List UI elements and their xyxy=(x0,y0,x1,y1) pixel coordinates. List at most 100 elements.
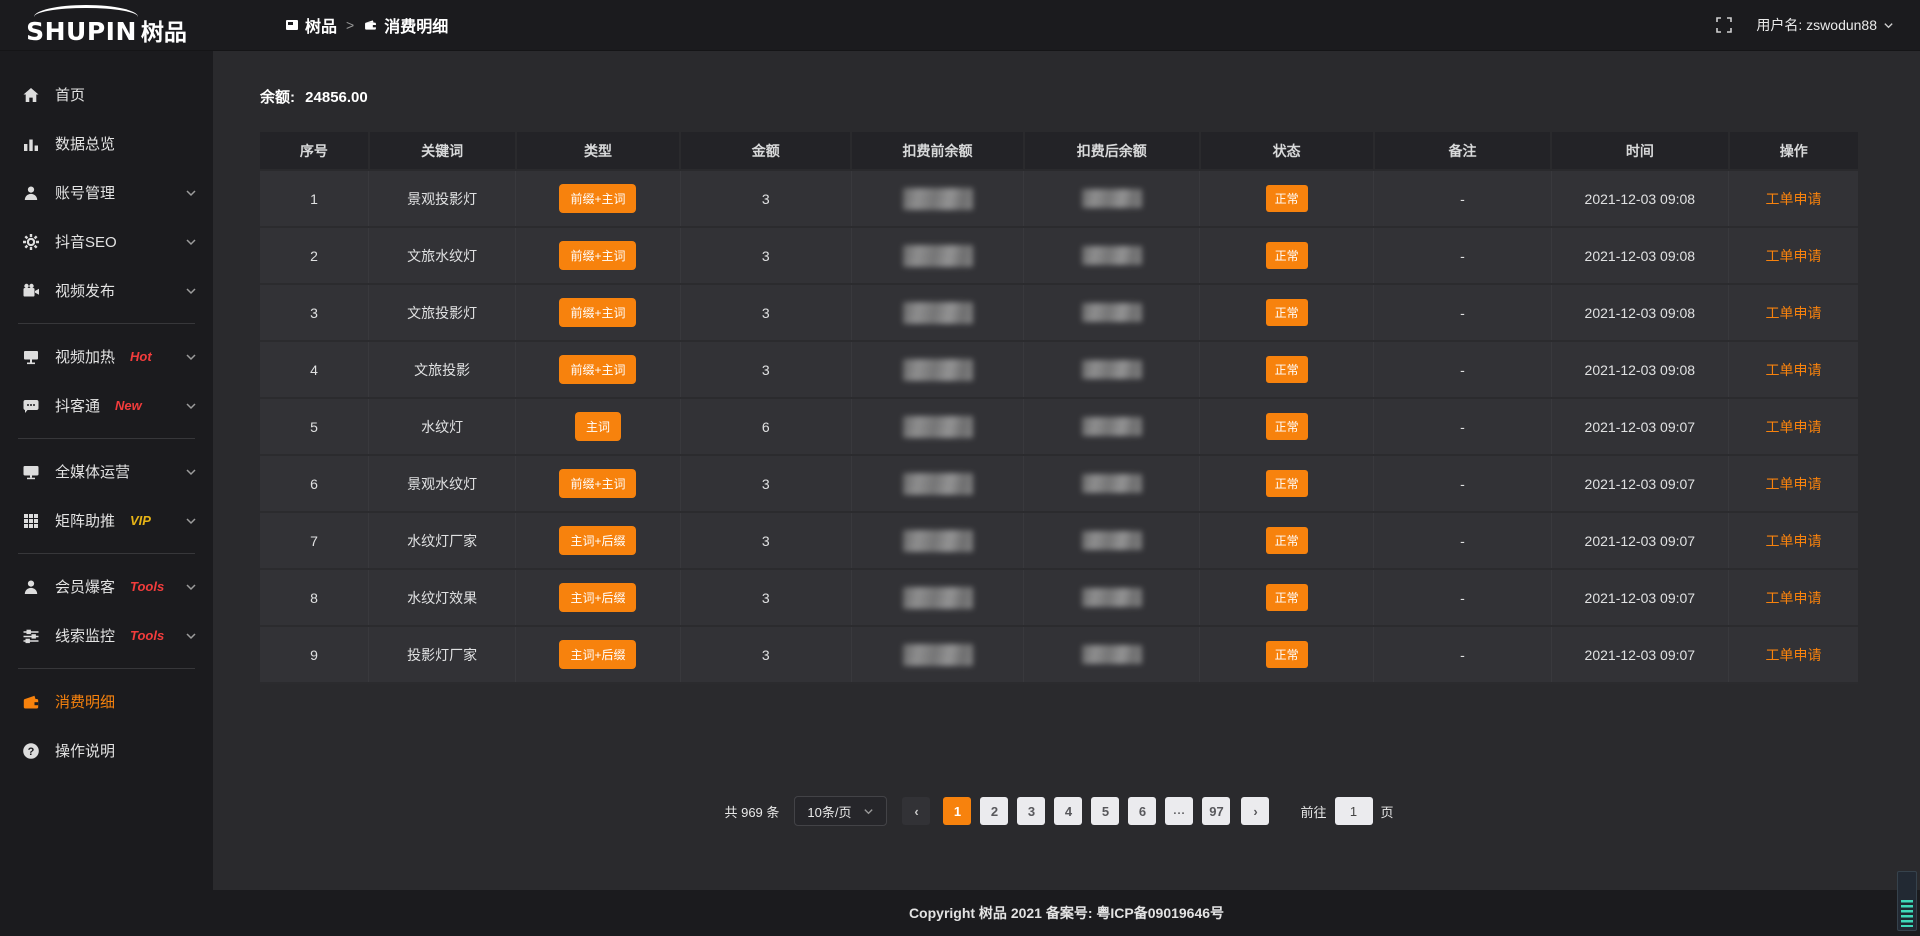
sidebar-item-video-heating[interactable]: 视频加热 Hot xyxy=(0,332,213,381)
cell-keyword: 投影灯厂家 xyxy=(369,626,516,683)
sidebar-item-home[interactable]: 首页 xyxy=(0,70,213,119)
logo-area: SHUPIN 树品 xyxy=(0,4,213,47)
sliders-icon xyxy=(22,627,41,645)
sidebar-item-label: 会员爆客 xyxy=(55,576,115,597)
chevron-down-icon xyxy=(185,236,197,248)
status-badge: 正常 xyxy=(1266,584,1308,611)
sidebar-item-data-overview[interactable]: 数据总览 xyxy=(0,119,213,168)
breadcrumb-current[interactable]: 消费明细 xyxy=(363,13,448,37)
cell-balance-after xyxy=(1024,455,1200,512)
cell-status: 正常 xyxy=(1200,227,1374,284)
type-badge: 主词+后缀 xyxy=(559,526,636,555)
page-button-1[interactable]: 1 xyxy=(943,797,971,825)
fullscreen-icon[interactable] xyxy=(1716,17,1732,33)
masked-balance-after xyxy=(1082,645,1142,664)
masked-balance-before xyxy=(903,245,973,267)
breadcrumb-root[interactable]: 树品 xyxy=(285,13,337,37)
cell-seq: 5 xyxy=(260,398,369,455)
chat-icon xyxy=(22,397,41,415)
page-ellipsis-button[interactable]: ... xyxy=(1165,797,1193,825)
sidebar-item-label: 数据总览 xyxy=(55,133,115,154)
ticket-apply-link[interactable]: 工单申请 xyxy=(1766,191,1822,207)
cell-balance-after xyxy=(1024,626,1200,683)
chevron-down-icon xyxy=(185,351,197,363)
app-logo[interactable]: SHUPIN 树品 xyxy=(26,4,187,47)
ticket-apply-link[interactable]: 工单申请 xyxy=(1766,533,1822,549)
goto-label: 前往 xyxy=(1300,802,1326,821)
ticket-apply-link[interactable]: 工单申请 xyxy=(1766,476,1822,492)
chevron-down-icon xyxy=(185,400,197,412)
next-page-button[interactable]: › xyxy=(1241,797,1269,825)
ticket-apply-link[interactable]: 工单申请 xyxy=(1766,590,1822,606)
cell-balance-before xyxy=(851,227,1024,284)
column-header: 时间 xyxy=(1551,132,1728,170)
goto-page-input[interactable] xyxy=(1335,797,1373,825)
sidebar-item-video-publish[interactable]: 视频发布 xyxy=(0,266,213,315)
ticket-apply-link[interactable]: 工单申请 xyxy=(1766,419,1822,435)
sidebar-item-badge: Hot xyxy=(130,349,152,364)
sidebar-item-matrix-boost[interactable]: 矩阵助推VIP xyxy=(0,496,213,545)
stats-widget-bars xyxy=(1901,900,1913,927)
masked-balance-before xyxy=(903,188,973,210)
chevron-down-icon xyxy=(185,187,197,199)
page-size-select[interactable]: 10条/页 xyxy=(794,796,887,826)
sidebar-item-label: 线索监控 xyxy=(55,625,115,646)
cell-amount: 3 xyxy=(680,170,851,227)
cell-balance-before xyxy=(851,455,1024,512)
sidebar-item-account-management[interactable]: 账号管理 xyxy=(0,168,213,217)
cell-type: 主词+后缀 xyxy=(516,569,681,626)
sidebar-item-badge: New xyxy=(115,398,142,413)
cell-amount: 3 xyxy=(680,284,851,341)
sidebar-item-omni-media[interactable]: 全媒体运营 xyxy=(0,447,213,496)
cell-amount: 3 xyxy=(680,227,851,284)
page-button-5[interactable]: 5 xyxy=(1091,797,1119,825)
screen-icon xyxy=(285,18,299,32)
page-button-3[interactable]: 3 xyxy=(1017,797,1045,825)
cell-status: 正常 xyxy=(1200,512,1374,569)
footer: Copyright 树品 2021 备案号: 粤ICP备09019646号 xyxy=(213,890,1920,936)
masked-balance-after xyxy=(1082,474,1142,493)
page-button-4[interactable]: 4 xyxy=(1054,797,1082,825)
cell-action: 工单申请 xyxy=(1729,398,1858,455)
sidebar-item-label: 视频加热 xyxy=(55,346,115,367)
cell-time: 2021-12-03 09:08 xyxy=(1551,170,1728,227)
balance: 余额: 24856.00 xyxy=(260,86,1858,107)
monitor-icon xyxy=(22,463,41,481)
sidebar-item-douyin-seo[interactable]: 抖音SEO xyxy=(0,217,213,266)
cell-time: 2021-12-03 09:07 xyxy=(1551,626,1728,683)
sidebar-item-douketong[interactable]: 抖客通 New xyxy=(0,381,213,430)
sidebar-item-label: 账号管理 xyxy=(55,182,115,203)
type-badge: 前缀+主词 xyxy=(559,241,636,270)
chevron-down-icon xyxy=(185,581,197,593)
page-button-97[interactable]: 97 xyxy=(1202,797,1230,825)
page-button-6[interactable]: 6 xyxy=(1128,797,1156,825)
cell-type: 主词+后缀 xyxy=(516,512,681,569)
sidebar-item-label: 抖客通 xyxy=(55,395,100,416)
ticket-apply-link[interactable]: 工单申请 xyxy=(1766,647,1822,663)
username-text: 用户名: zswodun88 xyxy=(1756,15,1877,35)
sidebar-item-consumption-detail[interactable]: 消费明细 xyxy=(0,677,213,726)
cell-amount: 3 xyxy=(680,512,851,569)
ticket-apply-link[interactable]: 工单申请 xyxy=(1766,362,1822,378)
sidebar-item-member-baoke[interactable]: 会员爆客Tools xyxy=(0,562,213,611)
prev-page-button[interactable]: ‹ xyxy=(902,797,930,825)
type-badge: 主词+后缀 xyxy=(559,640,636,669)
table-row: 5水纹灯主词6正常-2021-12-03 09:07工单申请 xyxy=(260,398,1858,455)
ticket-apply-link[interactable]: 工单申请 xyxy=(1766,305,1822,321)
ticket-apply-link[interactable]: 工单申请 xyxy=(1766,248,1822,264)
cell-balance-after xyxy=(1024,398,1200,455)
chevron-down-icon xyxy=(185,285,197,297)
sidebar-item-lead-monitor[interactable]: 线索监控Tools xyxy=(0,611,213,660)
bar-chart-icon xyxy=(22,135,41,153)
cell-keyword: 水纹灯 xyxy=(369,398,516,455)
cell-action: 工单申请 xyxy=(1729,626,1858,683)
topbar: SHUPIN 树品 树品 > 消费明细 用户名: zswodun88 xyxy=(0,0,1920,50)
cell-balance-before xyxy=(851,569,1024,626)
masked-balance-before xyxy=(903,644,973,666)
page-button-2[interactable]: 2 xyxy=(980,797,1008,825)
column-header: 序号 xyxy=(260,132,369,170)
user-menu[interactable]: 用户名: zswodun88 xyxy=(1756,15,1894,35)
table-row: 3文旅投影灯前缀+主词3正常-2021-12-03 09:08工单申请 xyxy=(260,284,1858,341)
wallet-icon xyxy=(363,18,378,32)
sidebar-item-instructions[interactable]: ?操作说明 xyxy=(0,726,213,775)
